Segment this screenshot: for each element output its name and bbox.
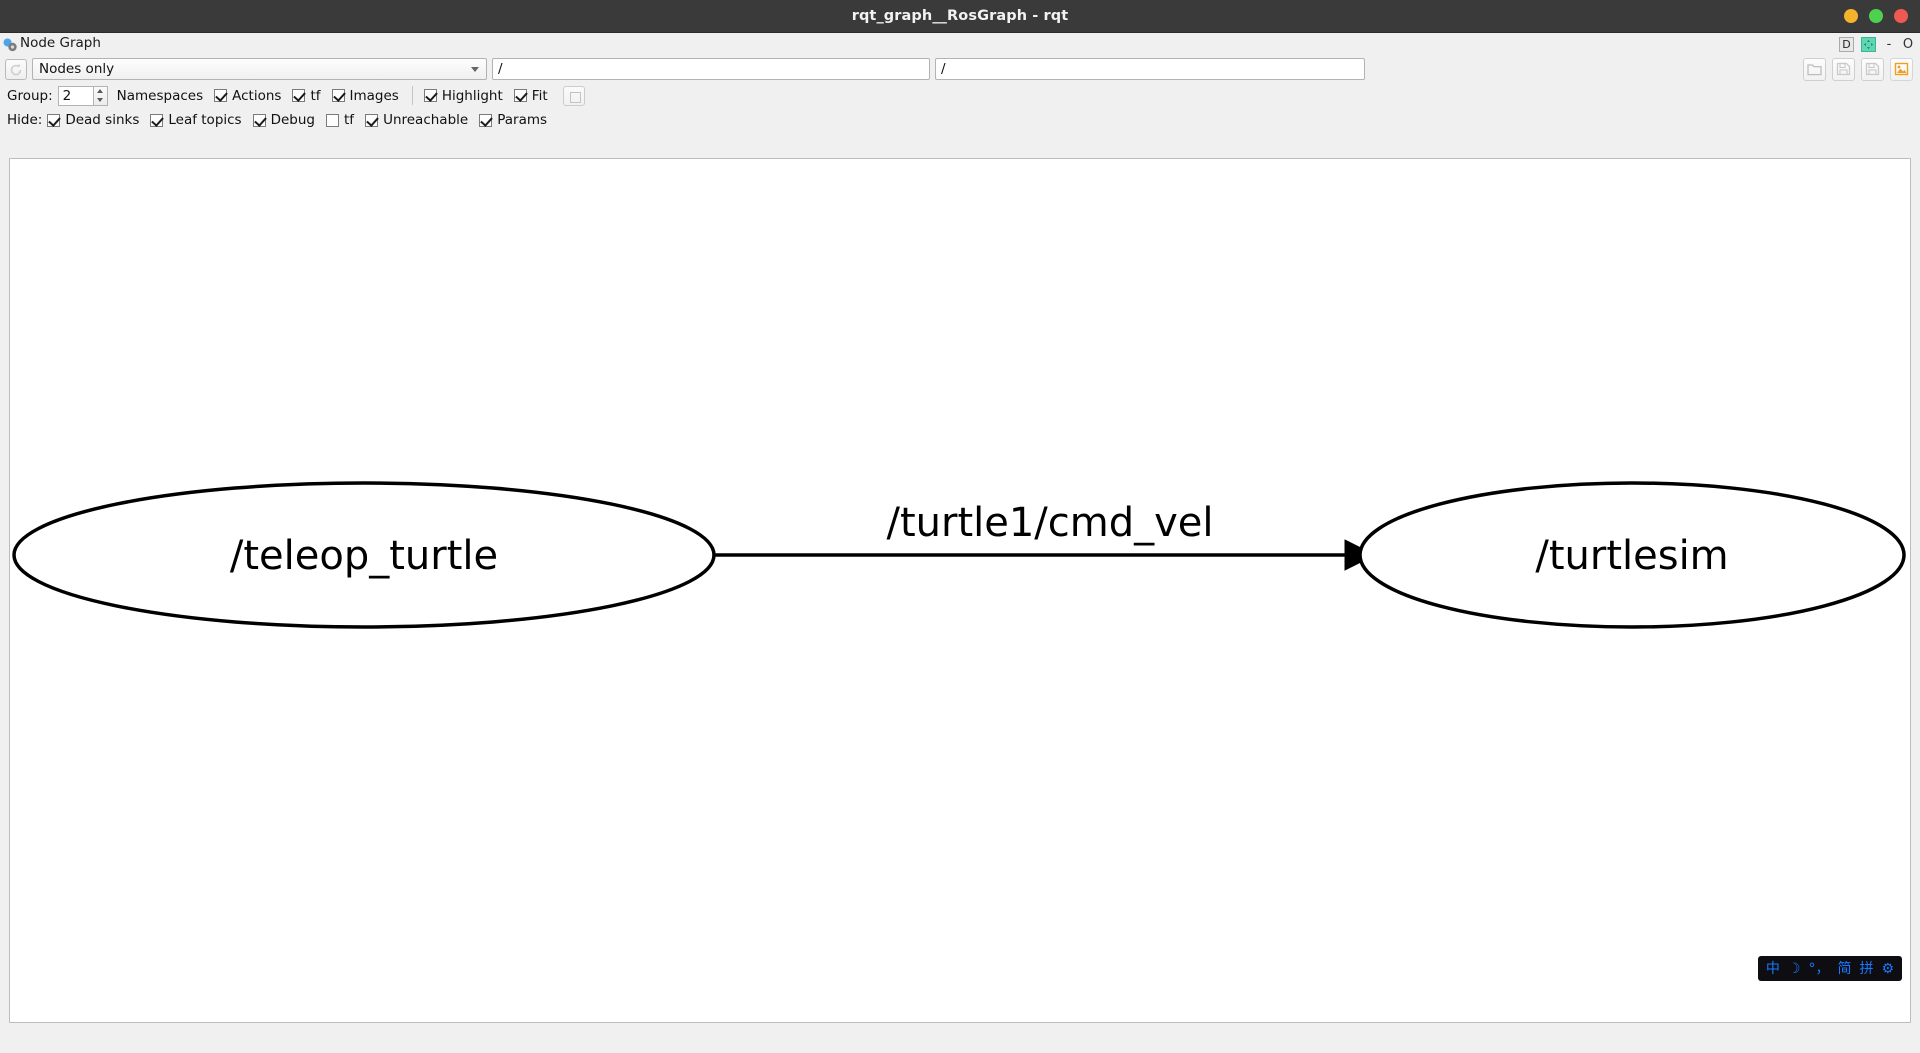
stepper-up-icon[interactable] [97,89,104,93]
refresh-button[interactable] [5,58,27,80]
checkbox-images[interactable]: Images [331,87,399,104]
checkbox-fit-label: Fit [531,87,548,104]
ime-punctuation-icon[interactable]: °， [1808,962,1829,976]
checkbox-highlight[interactable]: Highlight [423,87,503,104]
checkbox-highlight-label: Highlight [441,87,503,104]
node-graph-panel-header: Node Graph D - O [0,33,1920,55]
window-controls [1844,0,1908,32]
node-label: /turtlesim [1535,533,1728,579]
checkbox-tf-box[interactable] [292,89,306,102]
window-maximize-button[interactable] [1869,9,1883,23]
checkbox-unreachable[interactable]: Unreachable [365,112,468,128]
checkbox-fit-box[interactable] [513,89,527,102]
chevron-down-icon [471,67,479,72]
checkbox-tf[interactable]: tf [292,87,321,104]
checkbox-unreachable-box[interactable] [365,113,379,127]
float-button[interactable] [1861,36,1876,52]
checkbox-leaf-topics-box[interactable] [150,113,164,127]
checkbox-leaf-topics-label: Leaf topics [168,112,242,128]
panel-title: Node Graph [20,35,101,52]
graph-type-select[interactable]: Nodes only [32,58,487,80]
stepper-down-icon[interactable] [97,98,104,102]
save-dot-button[interactable] [1832,57,1855,81]
checkbox-hide-tf-label: tf [344,112,355,128]
checkbox-actions-label: Actions [232,87,282,104]
checkbox-dead-sinks-box[interactable] [47,113,61,127]
checkbox-params-label: Params [497,112,548,128]
graph-toolbar: Nodes only / / [0,55,1920,83]
panel-minimize-button[interactable]: - [1883,38,1895,51]
checkbox-params-box[interactable] [479,113,493,127]
node-filter-input[interactable]: / [492,58,930,80]
node-graph-icon [3,37,17,52]
checkbox-dead-sinks[interactable]: Dead sinks [47,112,139,128]
window-minimize-button[interactable] [1844,9,1858,23]
ime-status-widget[interactable]: 中 ☽ °， 简 拼 ⚙ [1757,956,1902,981]
topic-filter-input[interactable]: / [935,58,1365,80]
graph-node-teleop-turtle[interactable]: /teleop_turtle [12,481,716,629]
graph-type-value: Nodes only [39,61,115,77]
graph-edge-turtle1-cmd-vel[interactable]: /turtle1/cmd_vel [715,500,1376,571]
checkbox-tf-label: tf [310,87,321,104]
hide-label: Hide: [7,112,43,128]
checkbox-namespaces[interactable]: Namespaces [117,88,203,104]
panel-header-controls: D - O [1839,33,1914,55]
checkbox-images-label: Images [349,87,399,104]
graph-node-turtlesim[interactable]: /turtlesim [1358,481,1906,629]
checkbox-hide-tf-box[interactable] [326,113,340,127]
checkbox-actions[interactable]: Actions [214,88,281,104]
checkbox-unreachable-label: Unreachable [383,112,469,128]
fit-in-view-button[interactable] [562,85,585,106]
ime-settings-gear-icon[interactable]: ⚙ [1881,962,1894,976]
checkbox-params[interactable]: Params [479,112,547,128]
graph-options-row: Group: 2 Namespaces Actions tf Images Hi… [0,83,1920,108]
checkbox-dead-sinks-label: Dead sinks [65,112,140,128]
ime-mode-chinese[interactable]: 中 [1766,962,1780,976]
node-filter-value: / [498,61,503,77]
save-image-button[interactable] [1890,57,1913,81]
hide-options-row: Hide: Dead sinks Leaf topics Debug tf Un… [0,108,1920,132]
group-stepper[interactable] [93,85,108,106]
checkbox-namespaces-label: Namespaces [116,87,204,104]
checkbox-actions-box[interactable] [214,89,228,102]
window-titlebar: rqt_graph__RosGraph - rqt [0,0,1920,33]
checkbox-leaf-topics[interactable]: Leaf topics [150,112,242,128]
toolbar-divider [411,86,413,105]
ros-node-graph[interactable]: /turtle1/cmd_vel /teleop_turtle /turtles… [10,159,1910,1022]
ime-pinyin-icon[interactable]: 拼 [1859,962,1873,976]
checkbox-debug-label: Debug [270,112,316,128]
checkbox-fit[interactable]: Fit [513,87,548,104]
ime-moon-icon[interactable]: ☽ [1788,962,1801,976]
panel-close-button[interactable]: O [1902,38,1914,51]
save-svg-button[interactable] [1861,57,1884,81]
load-dot-button[interactable] [1803,57,1826,81]
checkbox-debug-box[interactable] [252,113,266,127]
group-label: Group: [7,87,53,104]
checkbox-debug[interactable]: Debug [252,112,316,128]
edge-label: /turtle1/cmd_vel [886,500,1213,546]
topic-filter-value: / [941,61,946,77]
node-label: /teleop_turtle [230,533,498,579]
window-title: rqt_graph__RosGraph - rqt [851,8,1069,24]
checkbox-highlight-box[interactable] [423,89,437,102]
graph-canvas[interactable]: /turtle1/cmd_vel /teleop_turtle /turtles… [9,158,1911,1023]
dock-button[interactable]: D [1839,36,1854,52]
toolbar-right-buttons [1803,55,1913,83]
window-close-button[interactable] [1894,9,1908,23]
ime-simplified-icon[interactable]: 简 [1837,962,1851,976]
group-value: 2 [62,87,72,104]
checkbox-hide-tf[interactable]: tf [326,112,354,128]
checkbox-images-box[interactable] [331,89,345,102]
group-spinbox[interactable]: 2 [57,85,94,106]
